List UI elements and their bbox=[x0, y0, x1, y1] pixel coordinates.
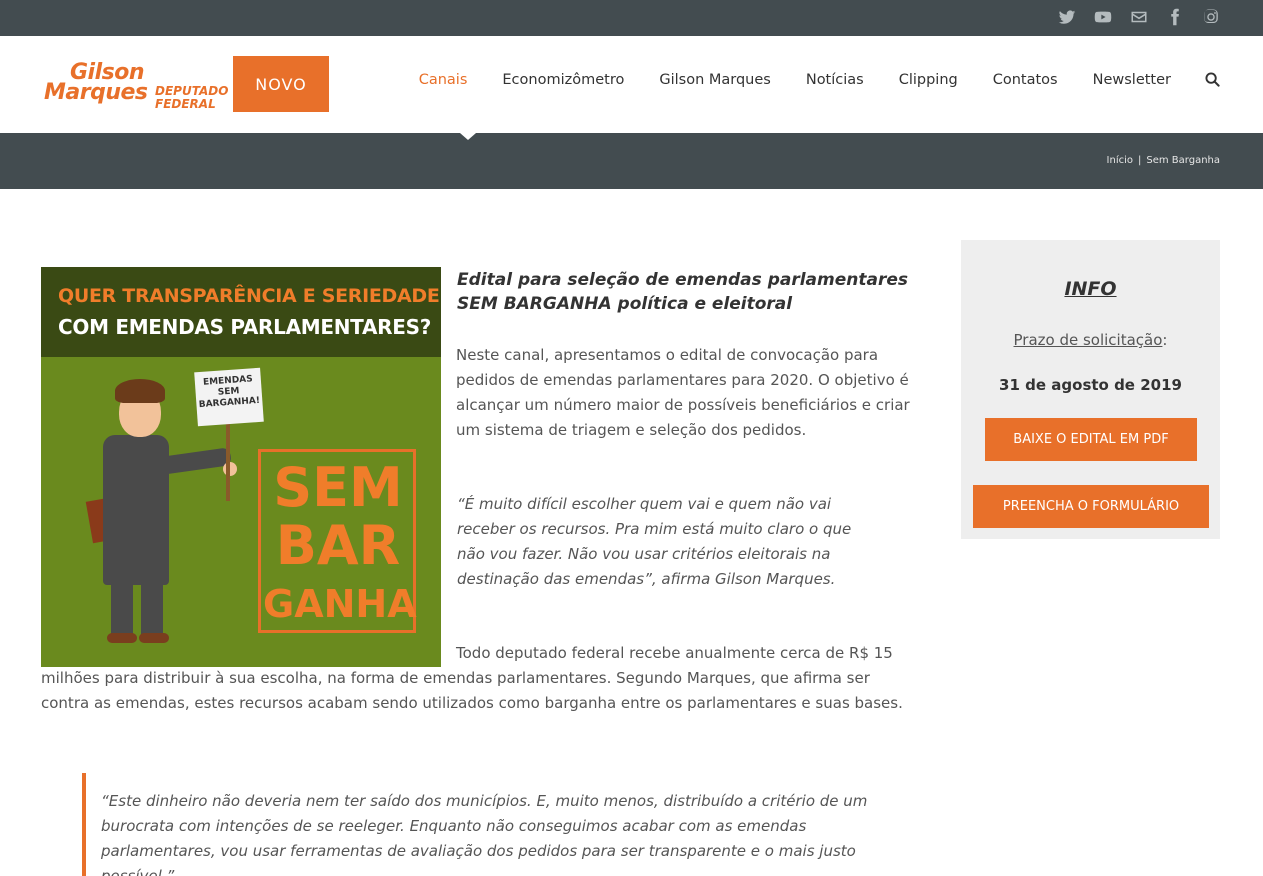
main-nav: Canais Economizômetro Gilson Marques Not… bbox=[384, 72, 1221, 88]
illustration-hair bbox=[115, 379, 165, 403]
nav-item-contatos[interactable]: Contatos bbox=[993, 72, 1058, 88]
breadcrumb-current: Sem Barganha bbox=[1146, 155, 1220, 166]
sidebar-title: INFO bbox=[1064, 278, 1117, 300]
illustration-leg bbox=[111, 579, 133, 637]
illustration-arm bbox=[160, 447, 232, 475]
hero-headline-line1: QUER TRANSPARÊNCIA E SERIEDADE bbox=[58, 285, 440, 307]
logo-role-line2: FEDERAL bbox=[155, 97, 216, 111]
article-paragraph-budget: Todo deputado federal recebe anualmente … bbox=[41, 641, 921, 716]
nav-item-newsletter[interactable]: Newsletter bbox=[1093, 72, 1171, 88]
article-blockquote: “Este dinheiro não deveria nem ter saído… bbox=[82, 773, 872, 876]
top-social-bar bbox=[0, 0, 1263, 36]
breadcrumb-home-link[interactable]: Início bbox=[1107, 155, 1133, 166]
page-title-bar bbox=[0, 133, 1263, 189]
illustration-leg bbox=[141, 579, 163, 637]
hero-badge-text: SEM BAR bbox=[263, 459, 413, 575]
nav-item-canais[interactable]: Canais bbox=[419, 72, 468, 88]
nav-item-noticias[interactable]: Notícias bbox=[806, 72, 864, 88]
twitter-icon[interactable] bbox=[1057, 7, 1077, 27]
active-nav-indicator bbox=[460, 133, 476, 140]
hero-headline-line2: COM EMENDAS PARLAMENTARES? bbox=[58, 315, 432, 339]
fill-form-button[interactable]: PREENCHA O FORMULÁRIO bbox=[973, 485, 1209, 528]
logo-role: DEPUTADO FEDERAL bbox=[155, 85, 228, 111]
hero-badge-line1: SEM bbox=[273, 456, 403, 519]
youtube-icon[interactable] bbox=[1093, 7, 1113, 27]
deadline-label: Prazo de solicitação: bbox=[961, 331, 1220, 349]
deadline-date: 31 de agosto de 2019 bbox=[999, 376, 1182, 394]
hero-banner bbox=[41, 267, 441, 357]
article-title: Edital para seleção de emendas parlament… bbox=[457, 270, 908, 314]
deadline-label-suffix: : bbox=[1162, 331, 1168, 349]
logo-name-last: Marques bbox=[44, 80, 148, 105]
download-pdf-button[interactable]: BAIXE O EDITAL EM PDF bbox=[985, 418, 1197, 461]
facebook-icon[interactable] bbox=[1165, 7, 1185, 27]
search-icon[interactable] bbox=[1205, 72, 1221, 88]
site-logo[interactable]: Gilson Marques DEPUTADO FEDERAL NOVO bbox=[44, 56, 334, 118]
nav-item-economizometro[interactable]: Economizômetro bbox=[502, 72, 624, 88]
party-logo: NOVO bbox=[233, 56, 329, 112]
article-paragraph-intro: Neste canal, apresentamos o edital de co… bbox=[456, 346, 910, 439]
site-header: Gilson Marques DEPUTADO FEDERAL NOVO Can… bbox=[0, 36, 1263, 133]
article-paragraph-budget-text: Todo deputado federal recebe anualmente … bbox=[41, 644, 903, 712]
social-links bbox=[1057, 7, 1221, 27]
nav-item-clipping[interactable]: Clipping bbox=[899, 72, 958, 88]
email-icon[interactable] bbox=[1129, 7, 1149, 27]
breadcrumb-separator: | bbox=[1138, 155, 1142, 166]
article-quote: “É muito difícil escolher quem vai e que… bbox=[457, 495, 852, 588]
hero-badge-line3: GANHA bbox=[263, 582, 417, 626]
breadcrumb: Início | Sem Barganha bbox=[1107, 155, 1220, 166]
hero-sign: EMENDAS SEM BARGANHA! bbox=[194, 367, 264, 427]
illustration-body bbox=[103, 435, 169, 585]
info-sidebar: INFO Prazo de solicitação: 31 de agosto … bbox=[961, 240, 1220, 539]
deadline-label-text: Prazo de solicitação bbox=[1013, 331, 1163, 349]
sign-stick bbox=[226, 419, 230, 501]
instagram-icon[interactable] bbox=[1201, 7, 1221, 27]
hero-badge-line2: BAR bbox=[275, 514, 401, 577]
hero-image: QUER TRANSPARÊNCIA E SERIEDADE COM EMEND… bbox=[41, 267, 441, 667]
nav-item-gilson-marques[interactable]: Gilson Marques bbox=[659, 72, 771, 88]
